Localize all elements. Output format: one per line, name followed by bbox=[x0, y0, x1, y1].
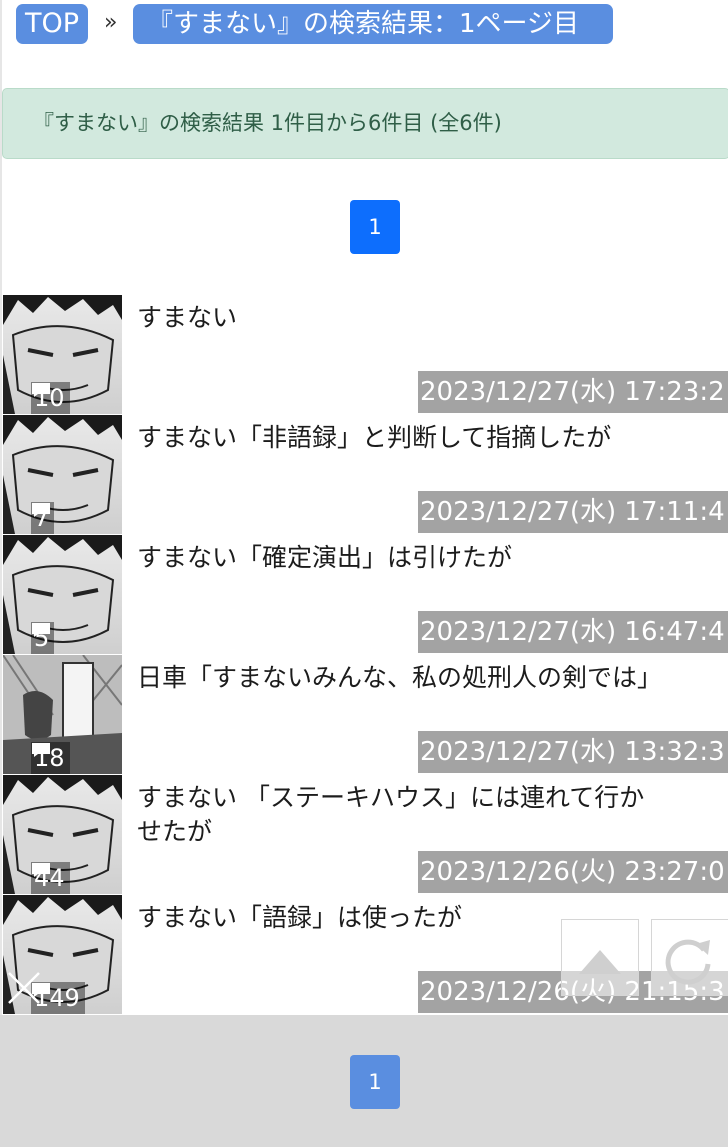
result-title[interactable]: すまない「非語録」と判断して指摘したが bbox=[137, 421, 657, 455]
comment-count-badge: 18 bbox=[31, 742, 70, 774]
thumbnail: 18 bbox=[3, 655, 122, 774]
result-item[interactable]: 5 すまない「確定演出」は引けたが 2023/12/27(水) 16:47:4 bbox=[0, 535, 728, 655]
scroll-to-top-button[interactable] bbox=[561, 919, 639, 996]
result-item[interactable]: 10 すまない 2023/12/27(水) 17:23:2 bbox=[0, 295, 728, 415]
speech-bubble-icon bbox=[32, 503, 50, 517]
speech-bubble-icon bbox=[32, 383, 50, 397]
result-title[interactable]: すまない bbox=[137, 301, 657, 335]
thumbnail-image bbox=[3, 535, 122, 654]
arrow-up-icon bbox=[579, 950, 621, 974]
result-title[interactable]: すまない 「ステーキハウス」には連れて行かせたが bbox=[137, 781, 657, 849]
speech-bubble-icon bbox=[32, 863, 50, 877]
result-datetime: 2023/12/27(水) 13:32:3 bbox=[418, 731, 728, 773]
result-title[interactable]: 日車「すまないみんな、私の処刑人の剣では」 bbox=[137, 661, 662, 695]
result-title[interactable]: すまない「確定演出」は引けたが bbox=[137, 541, 657, 575]
breadcrumb-separator: » bbox=[104, 10, 118, 35]
pagination-page-top[interactable]: 1 bbox=[350, 200, 400, 254]
thumbnail: 44 bbox=[3, 775, 122, 894]
comment-count-badge: 44 bbox=[31, 862, 70, 894]
result-item[interactable]: 7 すまない「非語録」と判断して指摘したが 2023/12/27(水) 17:1… bbox=[0, 415, 728, 535]
thumbnail: 5 bbox=[3, 535, 122, 654]
reload-button[interactable] bbox=[651, 919, 728, 996]
comment-count-badge: 7 bbox=[31, 502, 55, 534]
result-datetime: 2023/12/27(水) 17:23:2 bbox=[418, 371, 728, 413]
close-icon[interactable] bbox=[6, 970, 42, 1006]
comment-count-badge: 10 bbox=[31, 382, 70, 414]
reload-icon bbox=[665, 939, 711, 985]
search-result-notice: 『すまない』の検索結果 1件目から6件目 (全6件) bbox=[2, 88, 728, 159]
result-item[interactable]: 18 日車「すまないみんな、私の処刑人の剣では」 2023/12/27(水) 1… bbox=[0, 655, 728, 775]
speech-bubble-icon bbox=[32, 623, 50, 637]
comment-count-badge: 5 bbox=[31, 622, 55, 654]
speech-bubble-icon bbox=[32, 743, 50, 757]
breadcrumb-top-link[interactable]: TOP bbox=[16, 4, 89, 44]
thumbnail: 10 bbox=[3, 295, 122, 414]
result-item[interactable]: 44 すまない 「ステーキハウス」には連れて行かせたが 2023/12/26(火… bbox=[0, 775, 728, 895]
result-datetime: 2023/12/27(水) 17:11:4 bbox=[418, 491, 728, 533]
breadcrumb-current-page: 『すまない』の検索結果：1ページ目 bbox=[133, 4, 613, 44]
result-datetime: 2023/12/26(火) 23:27:0 bbox=[418, 851, 728, 893]
result-datetime: 2023/12/27(水) 16:47:4 bbox=[418, 611, 728, 653]
thumbnail-image bbox=[3, 415, 122, 534]
thumbnail: 7 bbox=[3, 415, 122, 534]
pagination-page-bottom[interactable]: 1 bbox=[350, 1055, 400, 1109]
